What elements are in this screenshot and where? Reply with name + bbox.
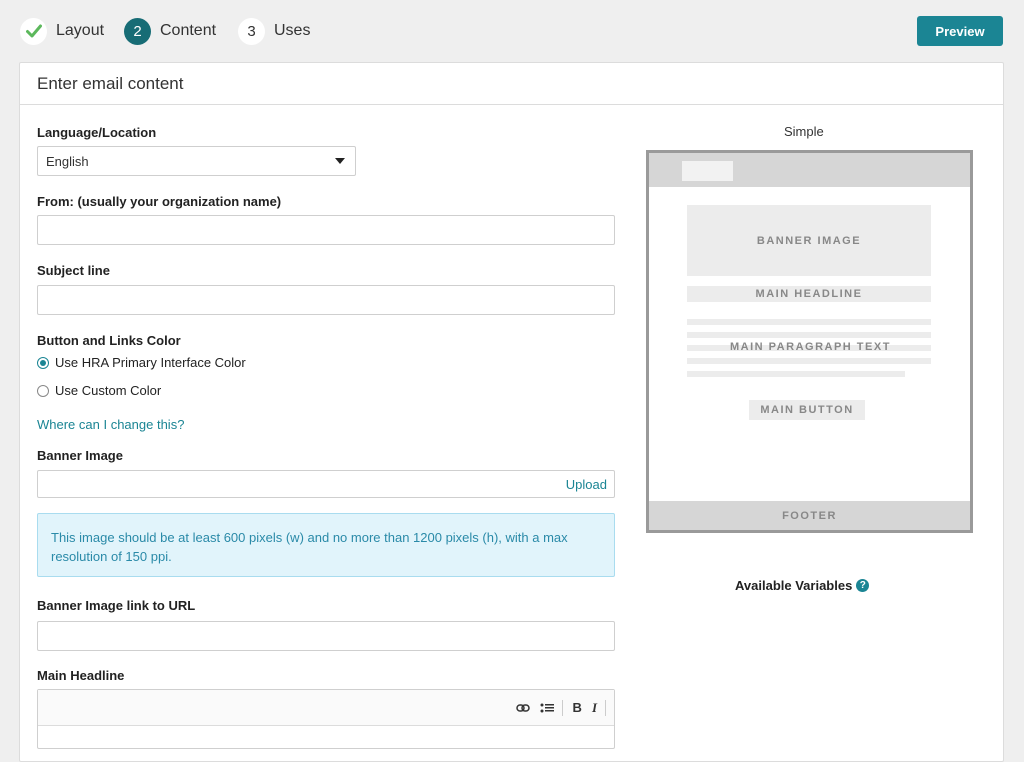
card-title: Enter email content — [20, 63, 1003, 105]
banner-link-label: Banner Image link to URL — [37, 598, 196, 613]
check-icon — [20, 17, 47, 45]
radio-label: Use Custom Color — [55, 383, 162, 398]
language-label: Language/Location — [37, 125, 157, 140]
radio-custom-color[interactable]: Use Custom Color — [37, 383, 161, 398]
subject-label: Subject line — [37, 263, 110, 278]
bullet-list-icon[interactable] — [540, 702, 554, 714]
step-number: 2 — [124, 17, 151, 45]
step-layout[interactable]: Layout — [20, 17, 104, 45]
language-value: English — [46, 154, 89, 169]
from-input[interactable] — [37, 215, 615, 245]
thumb-line — [687, 332, 931, 338]
thumb-line — [687, 319, 931, 325]
stepper-bar: Layout 2 Content 3 Uses Preview — [0, 0, 1024, 62]
italic-button[interactable]: I — [592, 700, 597, 716]
thumb-headline: MAIN HEADLINE — [687, 286, 931, 302]
available-variables[interactable]: Available Variables ? — [735, 578, 870, 593]
toolbar-divider — [605, 699, 606, 716]
step-label: Uses — [274, 22, 311, 39]
from-label: From: (usually your organization name) — [37, 194, 282, 209]
layout-thumbnail: BANNER IMAGE MAIN HEADLINE MAIN PARAGRAP… — [646, 150, 973, 533]
banner-image-input[interactable]: Upload — [37, 470, 615, 498]
step-number: 3 — [238, 17, 265, 45]
radio-icon — [37, 384, 49, 397]
banner-info-alert: This image should be at least 600 pixels… — [37, 513, 615, 577]
bold-button[interactable]: B — [573, 700, 582, 715]
where-change-link[interactable]: Where can I change this? — [37, 417, 184, 432]
main-headline-label: Main Headline — [37, 668, 125, 683]
subject-input[interactable] — [37, 285, 615, 315]
editor-toolbar: B I — [38, 690, 614, 726]
content-card: Enter email content Language/Location En… — [19, 62, 1004, 762]
thumb-logo — [682, 161, 733, 181]
thumb-line — [687, 358, 931, 364]
help-icon[interactable]: ? — [856, 579, 870, 592]
caret-down-icon — [335, 158, 345, 164]
thumb-paragraph: MAIN PARAGRAPH TEXT — [730, 341, 891, 353]
link-icon[interactable] — [515, 703, 530, 713]
step-label: Content — [160, 22, 217, 39]
upload-link[interactable]: Upload — [566, 477, 607, 492]
preview-button[interactable]: Preview — [917, 16, 1003, 46]
step-content[interactable]: 2 Content — [124, 17, 216, 45]
thumb-line — [687, 371, 905, 377]
thumb-footer: FOOTER — [649, 501, 970, 530]
language-select[interactable]: English — [37, 146, 356, 176]
thumb-button: MAIN BUTTON — [749, 400, 865, 420]
banner-link-input[interactable] — [37, 621, 615, 651]
thumb-header — [649, 153, 970, 187]
button-color-label: Button and Links Color — [37, 333, 181, 348]
main-headline-editor[interactable]: B I — [37, 689, 615, 749]
layout-title: Simple — [784, 124, 824, 139]
radio-selected-icon — [37, 356, 49, 369]
thumb-banner: BANNER IMAGE — [687, 205, 931, 276]
radio-primary-color[interactable]: Use HRA Primary Interface Color — [37, 355, 246, 370]
variables-label: Available Variables — [735, 578, 853, 593]
step-label: Layout — [56, 22, 105, 39]
step-uses[interactable]: 3 Uses — [238, 17, 310, 45]
toolbar-divider — [561, 699, 563, 716]
banner-image-label: Banner Image — [37, 448, 123, 463]
radio-label: Use HRA Primary Interface Color — [55, 355, 246, 370]
